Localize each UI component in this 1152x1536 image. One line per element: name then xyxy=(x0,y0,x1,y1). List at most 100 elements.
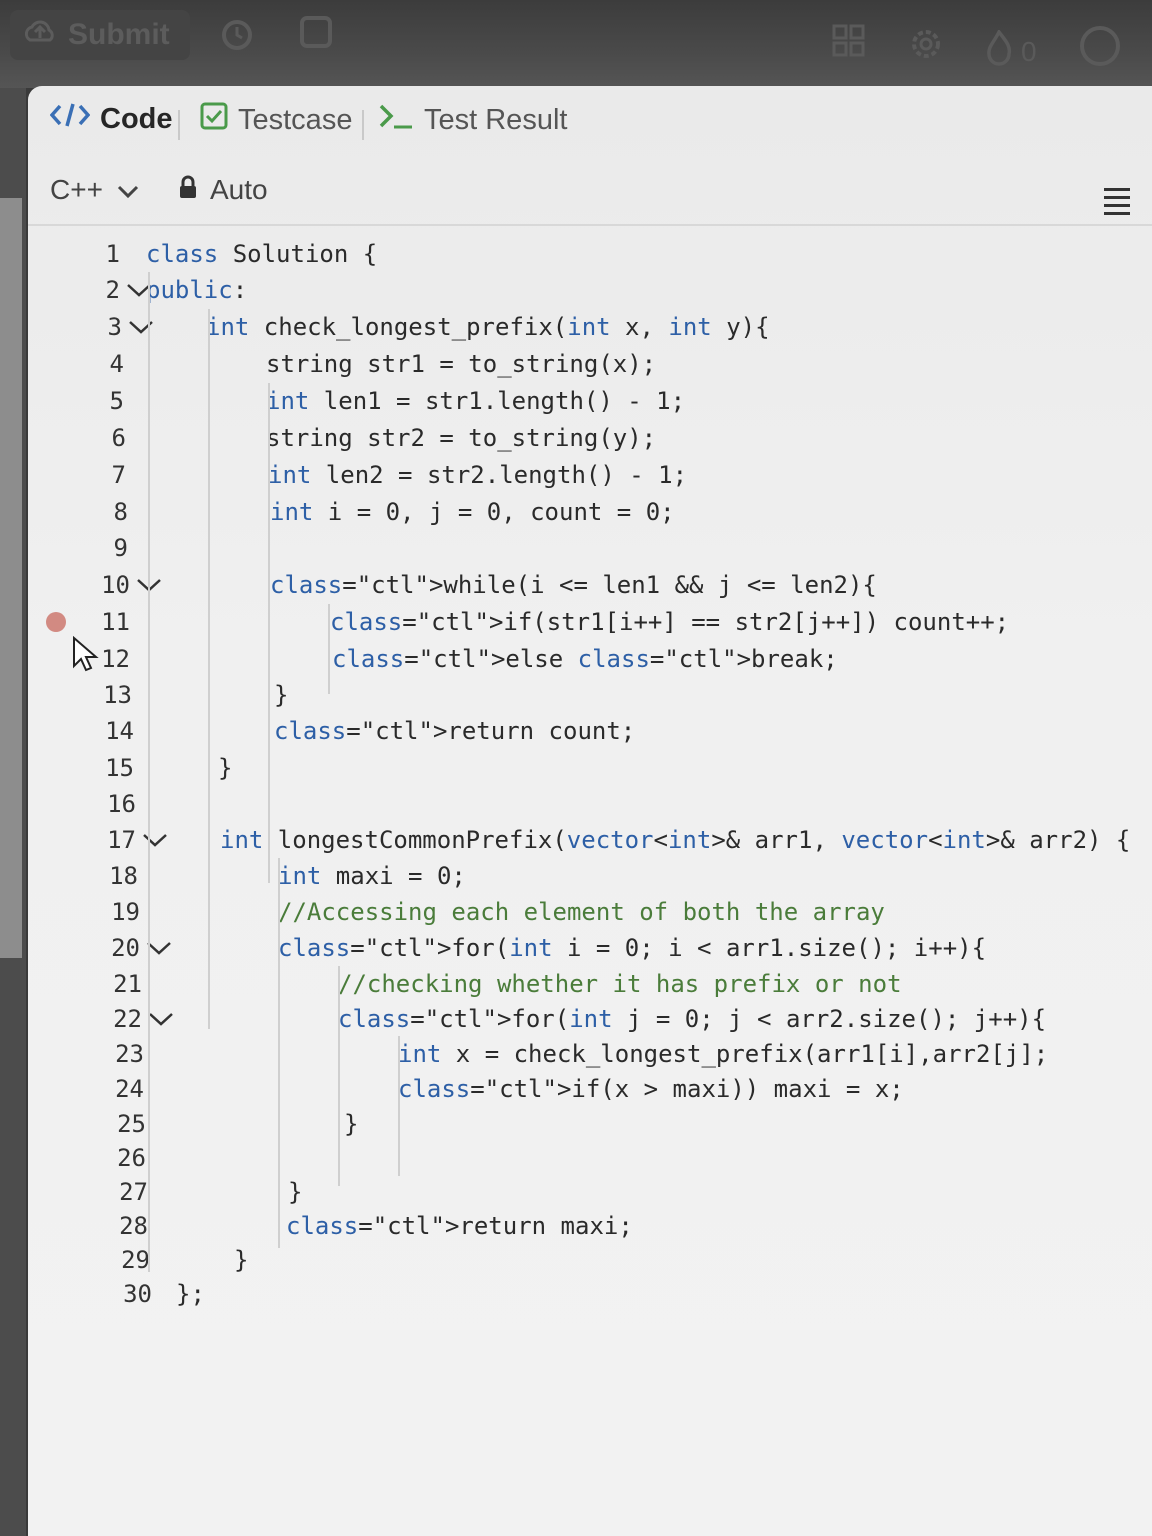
tab-code[interactable]: Code xyxy=(49,102,173,136)
line-number[interactable]: 27 xyxy=(104,1174,148,1210)
line-number[interactable]: 15 xyxy=(90,750,134,786)
line-number[interactable]: 8 xyxy=(84,494,128,530)
editor-tabs: Code Testcase Test Result xyxy=(28,86,1152,156)
line-number[interactable]: 9 xyxy=(84,530,128,566)
code-line[interactable]: 10 class="ctl">while(i <= len1 && j <= le… xyxy=(28,567,1152,603)
fold-chevron-icon[interactable] xyxy=(148,1001,174,1037)
code-text: class="ctl">while(i <= len1 && j <= len2… xyxy=(270,571,877,599)
code-line[interactable]: 19 //Accessing each element of both the a… xyxy=(28,894,1152,930)
avatar[interactable] xyxy=(1080,26,1120,66)
code-line[interactable]: 28 class="ctl">return maxi; xyxy=(28,1208,1152,1244)
line-number[interactable]: 1 xyxy=(76,236,120,272)
code-editor[interactable]: 1 class Solution {2 public: 3 int check_long… xyxy=(28,236,1152,1416)
gear-icon[interactable] xyxy=(908,26,944,71)
line-number[interactable]: 10 xyxy=(86,567,130,603)
code-line[interactable]: 9 xyxy=(28,530,1152,566)
streak-count: 0 xyxy=(1021,35,1037,67)
code-text: string str2 = to_string(y); xyxy=(266,424,657,452)
code-line[interactable]: 26 xyxy=(28,1140,1152,1176)
left-panel-scrollbar[interactable] xyxy=(0,198,22,958)
checkbox-icon xyxy=(200,102,228,138)
code-line[interactable]: 21 //checking whether it has prefix or no… xyxy=(28,966,1152,1002)
code-line[interactable]: 5 int len1 = str1.length() - 1; xyxy=(28,383,1152,419)
layout-grid-icon[interactable] xyxy=(832,24,866,67)
top-bar: Submit 0 xyxy=(0,0,1152,88)
code-line[interactable]: 17 int longestCommonPrefix(vector<int>& a… xyxy=(28,822,1152,858)
submit-label: Submit xyxy=(68,18,170,51)
code-line[interactable]: 20 class="ctl">for(int i = 0; i < arr1.si… xyxy=(28,930,1152,966)
code-text: } xyxy=(344,1110,359,1138)
code-text: int check_longest_prefix(int x, int y){ xyxy=(206,313,770,341)
code-line[interactable]: 1 class Solution { xyxy=(28,236,1152,272)
line-number[interactable]: 17 xyxy=(92,822,136,858)
line-number[interactable]: 22 xyxy=(98,1001,142,1037)
tab-testcase[interactable]: Testcase xyxy=(200,102,352,138)
code-line[interactable]: 8 int i = 0, j = 0, count = 0; xyxy=(28,494,1152,530)
code-text: //checking whether it has prefix or not xyxy=(338,970,902,998)
code-line[interactable]: 24 class="ctl">if(x > maxi)) maxi = x; xyxy=(28,1071,1152,1107)
language-select[interactable]: C++ xyxy=(50,174,139,206)
tab-test-result-label: Test Result xyxy=(424,103,568,136)
terminal-icon xyxy=(378,102,414,138)
line-number[interactable]: 26 xyxy=(102,1140,146,1176)
line-number[interactable]: 16 xyxy=(92,786,136,822)
note-icon[interactable] xyxy=(298,14,334,59)
streak-counter[interactable]: 0 xyxy=(985,28,1037,73)
alarm-clock-icon[interactable] xyxy=(218,14,256,61)
line-number[interactable]: 29 xyxy=(106,1242,150,1278)
line-number[interactable]: 30 xyxy=(108,1276,152,1312)
auto-mode[interactable]: Auto xyxy=(178,174,268,206)
line-number[interactable]: 28 xyxy=(104,1208,148,1244)
code-line[interactable]: 15} xyxy=(28,750,1152,786)
line-number[interactable]: 2 xyxy=(76,272,120,308)
fold-chevron-icon[interactable] xyxy=(142,822,168,858)
code-line[interactable]: 7 int len2 = str2.length() - 1; xyxy=(28,457,1152,493)
submit-button[interactable]: Submit xyxy=(10,10,190,60)
code-line[interactable]: 13} xyxy=(28,677,1152,713)
code-text: class="ctl">else class="ctl">break; xyxy=(332,645,838,673)
code-line[interactable]: 27} xyxy=(28,1174,1152,1210)
code-line[interactable]: 12 class="ctl">else class="ctl">break; xyxy=(28,641,1152,677)
code-line[interactable]: 22 class="ctl">for(int j = 0; j < arr2.si… xyxy=(28,1001,1152,1037)
code-text: class="ctl">if(x > maxi)) maxi = x; xyxy=(398,1075,904,1103)
line-number[interactable]: 3 xyxy=(78,309,122,345)
code-line[interactable]: 14 class="ctl">return count; xyxy=(28,713,1152,749)
breakpoint-marker[interactable] xyxy=(46,612,66,632)
code-line[interactable]: 29} xyxy=(28,1242,1152,1278)
code-line[interactable]: 3 int check_longest_prefix(int x, int y){ xyxy=(28,309,1152,345)
code-line[interactable]: 25} xyxy=(28,1106,1152,1142)
line-number[interactable]: 4 xyxy=(80,346,124,382)
fold-chevron-icon[interactable] xyxy=(128,309,154,345)
code-line[interactable]: 2 public: xyxy=(28,272,1152,308)
left-panel-edge xyxy=(0,88,26,1536)
code-line[interactable]: 30}; xyxy=(28,1276,1152,1312)
tab-test-result[interactable]: Test Result xyxy=(378,102,567,138)
line-number[interactable]: 20 xyxy=(96,930,140,966)
line-number[interactable]: 14 xyxy=(90,713,134,749)
line-number[interactable]: 24 xyxy=(100,1071,144,1107)
line-number[interactable]: 11 xyxy=(86,604,130,640)
cloud-upload-icon xyxy=(22,16,58,54)
leetcode-editor-screen: Submit 0 Code Testcase Test Result C++ A… xyxy=(0,0,1152,1536)
line-number[interactable]: 25 xyxy=(102,1106,146,1142)
code-line[interactable]: 18 int maxi = 0; xyxy=(28,858,1152,894)
line-number[interactable]: 19 xyxy=(96,894,140,930)
code-line[interactable]: 16 xyxy=(28,786,1152,822)
code-line[interactable]: 11 class="ctl">if(str1[i++] == str2[j++])… xyxy=(28,604,1152,640)
line-number[interactable]: 5 xyxy=(80,383,124,419)
line-number[interactable]: 21 xyxy=(98,966,142,1002)
line-number[interactable]: 13 xyxy=(88,677,132,713)
indent-guide xyxy=(148,272,150,1272)
line-number[interactable]: 7 xyxy=(82,457,126,493)
code-text: } xyxy=(288,1178,303,1206)
line-number[interactable]: 6 xyxy=(82,420,126,456)
code-line[interactable]: 23 int x = check_longest_prefix(arr1[i],a… xyxy=(28,1036,1152,1072)
line-number[interactable]: 18 xyxy=(94,858,138,894)
tab-testcase-label: Testcase xyxy=(238,103,353,136)
menu-icon[interactable] xyxy=(1104,188,1130,220)
auto-mode-label: Auto xyxy=(210,174,268,205)
line-number[interactable]: 23 xyxy=(100,1036,144,1072)
code-line[interactable]: 6 string str2 = to_string(y); xyxy=(28,420,1152,456)
code-text: string str1 = to_string(x); xyxy=(266,350,657,378)
code-line[interactable]: 4 string str1 = to_string(x); xyxy=(28,346,1152,382)
